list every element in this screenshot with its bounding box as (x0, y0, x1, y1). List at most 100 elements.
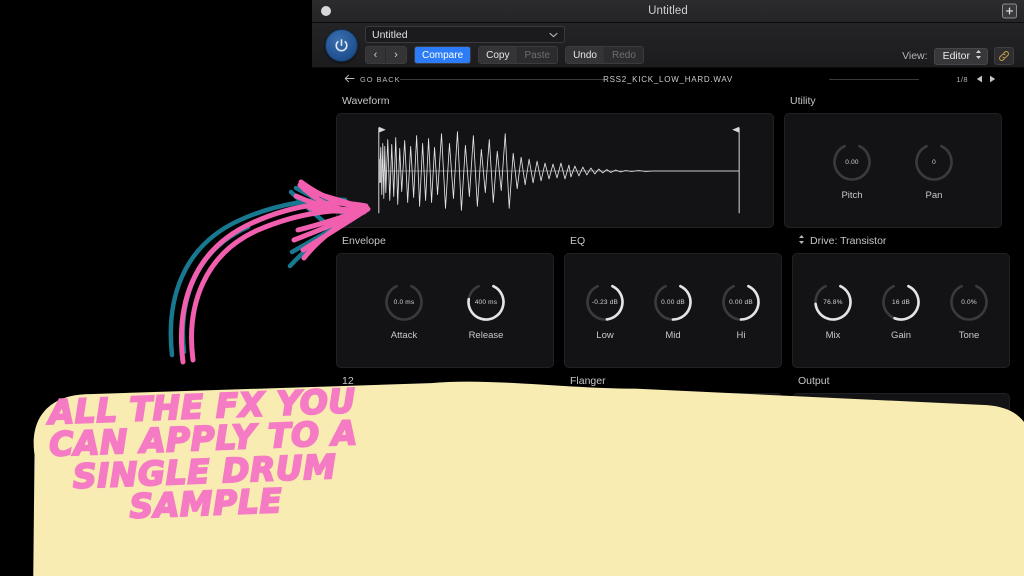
knob-dial[interactable]: 20.00 kHz (382, 420, 426, 464)
knob-dial[interactable]: 0.00 dB (719, 280, 763, 324)
knob-mid[interactable]: 0.00 dB Mid (643, 280, 703, 341)
knob-pitch[interactable]: 0.00 Pitch (822, 140, 882, 201)
view-controls: View: Editor (902, 47, 1014, 65)
knob-value: 0% (736, 438, 746, 446)
knob-low[interactable]: -0.23 dB Low (575, 280, 635, 341)
clipboard-group: Copy Paste (478, 46, 559, 64)
output-knobs: -28.4 dB Reverb -inf Delay -0.7 dB Volum… (793, 394, 1009, 507)
knob-dial[interactable]: 400 ms (464, 280, 508, 324)
undo-button[interactable]: Undo (566, 47, 605, 63)
knob-dial[interactable]: 50% (651, 420, 695, 464)
knob-value: -0.23 dB (591, 298, 619, 306)
knob-label: Res (477, 470, 495, 481)
sample-subheader: GO BACK RSS2_KICK_LOW_HARD.WAV 1/8 (312, 68, 1024, 90)
knob-dial[interactable]: 0.32 hz (583, 420, 627, 464)
knob-label: Hi (736, 330, 746, 341)
knob-time[interactable]: 0.32 hz Time (575, 420, 635, 481)
drive-title-row[interactable]: Drive: Transistor (798, 234, 1010, 248)
knob-value: 0.32 hz (593, 438, 617, 446)
sample-pager: 1/8 (956, 70, 996, 88)
preset-nav-group: ‹ › (365, 46, 407, 64)
waveform-panel[interactable] (336, 113, 774, 228)
knob-res[interactable]: 0% Res (456, 420, 516, 481)
knob-dial[interactable]: 76.8% (811, 280, 855, 324)
knob-dial[interactable]: 0.00 dB (651, 280, 695, 324)
bottom-bar: Beatmaker (312, 540, 1024, 576)
knob-label: Attack (390, 330, 418, 341)
screenshot-root: Untitled Untitled ‹ › Compare Copy Paste… (0, 0, 1024, 576)
paste-button[interactable]: Paste (517, 47, 558, 63)
knob-label: Cutoff (391, 470, 417, 481)
knob-tone[interactable]: 0.0% Tone (939, 280, 999, 341)
knob-label: Time (594, 470, 616, 481)
flanger-panel: 0.32 hz Time 50% Fdbk 0% Mix (564, 393, 782, 508)
eq-panel: -0.23 dB Low 0.00 dB Mid 0.00 dB Hi (564, 253, 782, 368)
drive-title: Drive: Transistor (810, 235, 887, 247)
redo-button[interactable]: Redo (604, 47, 643, 63)
knob-dial[interactable]: 16 dB (879, 280, 923, 324)
flanger-knobs: 0.32 hz Time 50% Fdbk 0% Mix (565, 394, 781, 507)
knob-value: 400 ms (474, 298, 498, 306)
window-title: Untitled (648, 5, 688, 17)
triangle-left-icon[interactable] (976, 70, 983, 88)
knob-dial[interactable]: 0 (912, 140, 956, 184)
envelope-title: Envelope (342, 235, 386, 247)
drive-panel-wrap: Drive: Transistor 76.8% Mix 16 dB Gain 0… (792, 234, 1010, 368)
waveform-display[interactable] (337, 114, 773, 227)
knob-mix[interactable]: 76.8% Mix (803, 280, 863, 341)
knob-gain[interactable]: 16 dB Gain (871, 280, 931, 341)
knob-reverb[interactable]: -28.4 dB Reverb (803, 420, 863, 481)
window-dot[interactable] (321, 6, 331, 16)
knob-dial[interactable]: 0% (464, 420, 508, 464)
knob-attack[interactable]: 0.0 ms Attack (374, 280, 434, 341)
knob-label: Delay (888, 470, 914, 481)
page-indicator: 1/8 (956, 74, 968, 84)
knob-dial[interactable]: 0% (719, 420, 763, 464)
knob-release[interactable]: 400 ms Release (456, 280, 516, 341)
editor-row-1: Waveform Utility 0.00 Pitch 0 Pan (336, 94, 1014, 228)
next-preset-button[interactable]: › (386, 47, 406, 63)
expand-icon[interactable] (1002, 3, 1017, 19)
knob-value: 16 dB (892, 298, 910, 306)
knob-value: -28.4 dB (819, 438, 847, 446)
power-icon[interactable] (325, 29, 358, 62)
utility-panel: 0.00 Pitch 0 Pan (784, 113, 1002, 228)
copy-button[interactable]: Copy (479, 47, 518, 63)
envelope-panel: 0.0 ms Attack 400 ms Release (336, 253, 554, 368)
knob-dial[interactable]: -inf (879, 420, 923, 464)
view-select[interactable]: Editor (933, 47, 988, 65)
knob-dial[interactable]: -28.4 dB (811, 420, 855, 464)
knob-dial[interactable]: 0.0 ms (382, 280, 426, 324)
knob-dial[interactable]: -0.23 dB (583, 280, 627, 324)
knob-fdbk[interactable]: 50% Fdbk (643, 420, 703, 481)
knob-flanger-mix[interactable]: 0% Mix (711, 420, 771, 481)
subheader-rule-right (829, 79, 919, 80)
knob-label: Mix (825, 330, 841, 341)
triangle-right-icon[interactable] (989, 70, 996, 88)
knob-label: Gain (890, 330, 912, 341)
knob-value: 50% (666, 438, 680, 446)
note-line-4: sample (128, 480, 284, 527)
knob-value: 0.00 (845, 158, 859, 166)
plugin-toolbar: Untitled ‹ › Compare Copy Paste Undo Red… (312, 23, 1024, 68)
view-label: View: (902, 50, 928, 62)
knob-pan[interactable]: 0 Pan (904, 140, 964, 201)
knob-value: 0.00 dB (729, 298, 753, 306)
knob-cutoff[interactable]: 20.00 kHz Cutoff (374, 420, 434, 481)
knob-hi[interactable]: 0.00 dB Hi (711, 280, 771, 341)
preset-select[interactable]: Untitled (365, 26, 565, 43)
knob-volume[interactable]: -0.7 dB Volume (939, 420, 999, 481)
knob-dial[interactable]: 0.0% (947, 280, 991, 324)
knob-delay[interactable]: -inf Delay (871, 420, 931, 481)
link-icon[interactable] (994, 47, 1014, 65)
filter-panel: 20.00 kHz Cutoff 0% Res (336, 393, 554, 508)
knob-dial[interactable]: 0.00 (830, 140, 874, 184)
eq-title: EQ (570, 235, 586, 247)
knob-value: 0.0% (961, 298, 977, 306)
waveform-title: Waveform (342, 95, 390, 107)
compare-button[interactable]: Compare (415, 47, 471, 63)
knob-dial[interactable]: -0.7 dB (947, 420, 991, 464)
utility-knobs: 0.00 Pitch 0 Pan (785, 114, 1001, 227)
resize-grip-icon[interactable] (1008, 538, 1022, 552)
prev-preset-button[interactable]: ‹ (366, 47, 386, 63)
